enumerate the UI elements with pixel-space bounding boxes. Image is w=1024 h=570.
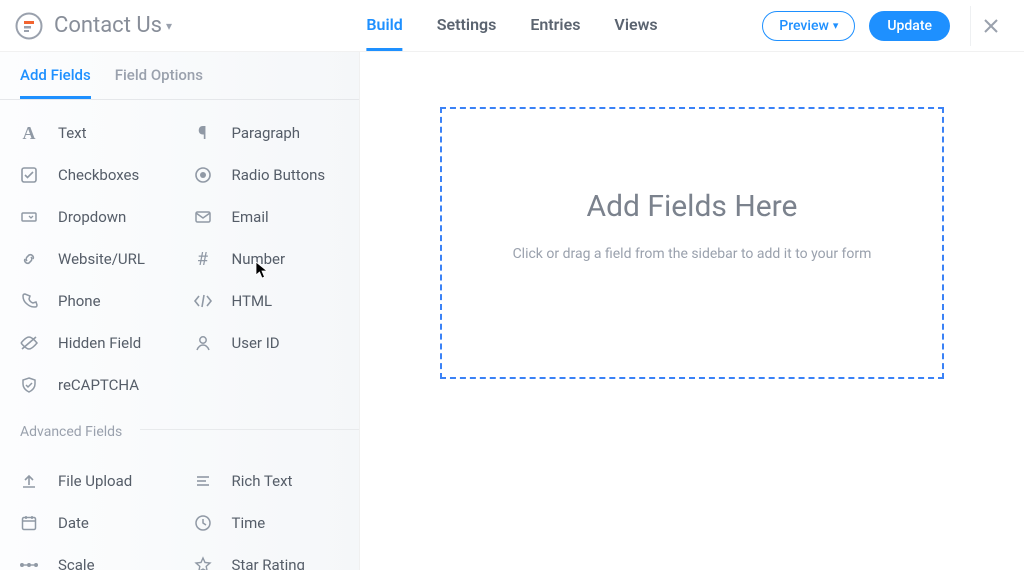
field-label: Email bbox=[232, 208, 269, 226]
form-dropzone[interactable]: Add Fields Here Click or drag a field fr… bbox=[440, 107, 944, 379]
update-label: Update bbox=[887, 18, 932, 34]
field-html[interactable]: HTML bbox=[180, 280, 354, 322]
radio-icon bbox=[192, 164, 214, 186]
field-label: Text bbox=[58, 124, 87, 142]
paragraph-icon: ¶ bbox=[192, 122, 214, 144]
form-name-dropdown[interactable]: Contact Us ▾ bbox=[54, 13, 172, 38]
advanced-fields-heading: Advanced Fields bbox=[0, 410, 359, 448]
user-icon bbox=[192, 332, 214, 354]
field-label: Dropdown bbox=[58, 208, 126, 226]
tab-settings[interactable]: Settings bbox=[437, 1, 497, 51]
field-label: Number bbox=[232, 250, 286, 268]
field-time[interactable]: Time bbox=[180, 502, 354, 544]
field-userid[interactable]: User ID bbox=[180, 322, 354, 364]
field-label: Phone bbox=[58, 292, 101, 310]
field-radio[interactable]: Radio Buttons bbox=[180, 154, 354, 196]
field-hidden[interactable]: Hidden Field bbox=[6, 322, 180, 364]
eye-off-icon bbox=[18, 332, 40, 354]
hash-icon: # bbox=[192, 248, 214, 270]
field-paragraph[interactable]: ¶ Paragraph bbox=[180, 112, 354, 154]
field-phone[interactable]: Phone bbox=[6, 280, 180, 322]
close-button[interactable] bbox=[970, 6, 1010, 46]
field-rich-text[interactable]: Rich Text bbox=[180, 460, 354, 502]
field-label: User ID bbox=[232, 334, 280, 352]
field-scale[interactable]: Scale bbox=[6, 544, 180, 570]
field-label: File Upload bbox=[58, 472, 132, 490]
chevron-down-icon: ▾ bbox=[166, 19, 172, 33]
richtext-icon bbox=[192, 470, 214, 492]
form-name-label: Contact Us bbox=[54, 13, 162, 38]
form-canvas: Add Fields Here Click or drag a field fr… bbox=[360, 52, 1024, 570]
shield-icon bbox=[18, 374, 40, 396]
field-label: Paragraph bbox=[232, 124, 301, 142]
scale-icon bbox=[18, 554, 40, 570]
close-icon bbox=[983, 18, 999, 34]
field-label: Time bbox=[232, 514, 266, 532]
clock-icon bbox=[192, 512, 214, 534]
sidebar-tab-field-options[interactable]: Field Options bbox=[115, 52, 203, 99]
field-star-rating[interactable]: Star Rating bbox=[180, 544, 354, 570]
field-label: Rich Text bbox=[232, 472, 293, 490]
field-email[interactable]: Email bbox=[180, 196, 354, 238]
fields-sidebar: Add Fields Field Options A Text ¶ Paragr… bbox=[0, 52, 360, 570]
upload-icon bbox=[18, 470, 40, 492]
text-icon: A bbox=[18, 122, 40, 144]
field-recaptcha[interactable]: reCAPTCHA bbox=[6, 364, 180, 406]
update-button[interactable]: Update bbox=[869, 11, 950, 41]
field-website[interactable]: Website/URL bbox=[6, 238, 180, 280]
field-checkboxes[interactable]: Checkboxes bbox=[6, 154, 180, 196]
preview-button[interactable]: Preview ▾ bbox=[762, 11, 855, 41]
preview-label: Preview bbox=[779, 18, 829, 34]
email-icon bbox=[192, 206, 214, 228]
field-label: Hidden Field bbox=[58, 334, 141, 352]
tab-build[interactable]: Build bbox=[366, 1, 402, 51]
field-label: reCAPTCHA bbox=[58, 376, 139, 394]
dropzone-subtitle: Click or drag a field from the sidebar t… bbox=[513, 246, 872, 262]
checkbox-icon bbox=[18, 164, 40, 186]
field-label: Checkboxes bbox=[58, 166, 139, 184]
code-icon bbox=[192, 290, 214, 312]
field-label: Star Rating bbox=[232, 556, 305, 570]
dropzone-title: Add Fields Here bbox=[587, 189, 798, 224]
field-file-upload[interactable]: File Upload bbox=[6, 460, 180, 502]
sidebar-tab-add-fields[interactable]: Add Fields bbox=[20, 52, 91, 99]
field-number[interactable]: # Number bbox=[180, 238, 354, 280]
calendar-icon bbox=[18, 512, 40, 534]
field-label: Scale bbox=[58, 556, 95, 570]
tab-views[interactable]: Views bbox=[614, 1, 657, 51]
phone-icon bbox=[18, 290, 40, 312]
field-label: Radio Buttons bbox=[232, 166, 326, 184]
field-date[interactable]: Date bbox=[6, 502, 180, 544]
field-label: Website/URL bbox=[58, 250, 145, 268]
field-label: HTML bbox=[232, 292, 273, 310]
dropdown-icon bbox=[18, 206, 40, 228]
chevron-down-icon: ▾ bbox=[833, 19, 839, 32]
field-dropdown[interactable]: Dropdown bbox=[6, 196, 180, 238]
field-label: Date bbox=[58, 514, 89, 532]
field-text[interactable]: A Text bbox=[6, 112, 180, 154]
app-logo-icon bbox=[14, 11, 44, 41]
tab-entries[interactable]: Entries bbox=[530, 1, 580, 51]
link-icon bbox=[18, 248, 40, 270]
star-icon bbox=[192, 554, 214, 570]
